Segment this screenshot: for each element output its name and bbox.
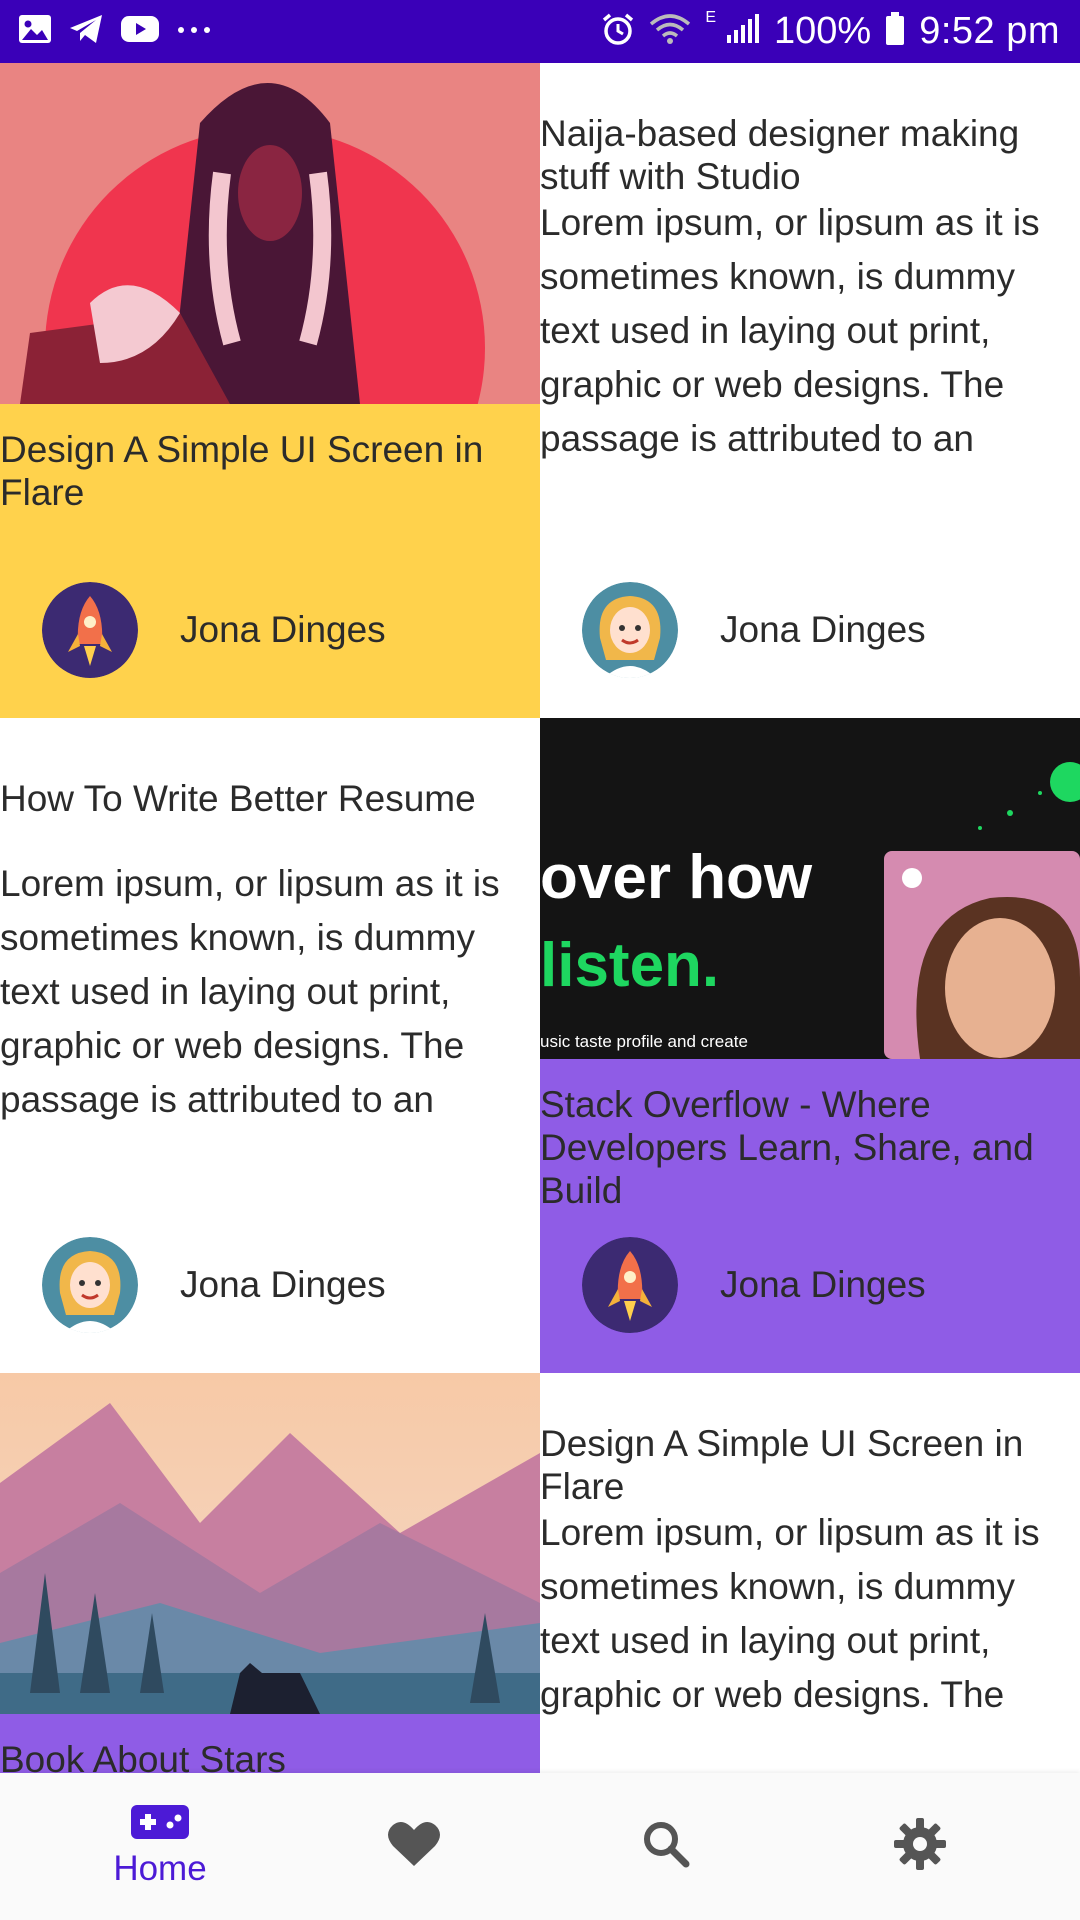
- card-body: Lorem ipsum, or lipsum as it is sometime…: [540, 1512, 1040, 1715]
- card-author: Jona Dinges: [42, 1237, 386, 1333]
- author-name: Jona Dinges: [180, 609, 386, 650]
- promo-line-3: usic taste profile and create: [540, 1032, 748, 1051]
- nav-home[interactable]: Home: [25, 1773, 295, 1920]
- gallery-icon: [18, 14, 52, 49]
- card-title: Design A Simple UI Screen in Flare: [0, 429, 484, 513]
- card-title: Naija-based designer making stuff with S…: [540, 113, 1020, 197]
- promo-line-1: over how: [540, 843, 813, 912]
- card-design-flare[interactable]: Design A Simple UI Screen in Flare Jona …: [0, 63, 540, 718]
- gamepad-icon: [130, 1804, 190, 1845]
- nav-search[interactable]: [531, 1773, 801, 1920]
- card-title: Stack Overflow - Where Developers Learn,…: [540, 1084, 1034, 1211]
- signal-icon: [726, 13, 760, 50]
- card-book-stars[interactable]: Book About Stars: [0, 1373, 540, 1773]
- card-naija-designer[interactable]: Naija-based designer making stuff with S…: [540, 63, 1080, 718]
- author-name: Jona Dinges: [180, 1264, 386, 1305]
- girl-avatar: [42, 1237, 138, 1333]
- rocket-avatar: [582, 1237, 678, 1333]
- heart-icon: [387, 1820, 441, 1873]
- card-author: Jona Dinges: [582, 582, 926, 678]
- network-type: E: [705, 8, 716, 26]
- wifi-icon: [649, 12, 691, 51]
- nav-favorites[interactable]: [279, 1773, 549, 1920]
- nav-home-label: Home: [113, 1849, 207, 1888]
- card-body: Lorem ipsum, or lipsum as it is sometime…: [0, 863, 500, 1120]
- card-author: Jona Dinges: [42, 582, 386, 678]
- rocket-avatar: [42, 582, 138, 678]
- gear-icon: [894, 1818, 946, 1875]
- nav-settings[interactable]: [785, 1773, 1055, 1920]
- card-image-spotify: over how listen. usic taste profile and …: [540, 718, 1080, 1059]
- more-dots-icon: [176, 14, 212, 49]
- card-resume[interactable]: How To Write Better Resume Lorem ipsum, …: [0, 718, 540, 1373]
- card-design-flare-2[interactable]: Design A Simple UI Screen in Flare Lorem…: [540, 1373, 1080, 1773]
- card-title: How To Write Better Resume: [0, 778, 476, 819]
- girl-avatar: [582, 582, 678, 678]
- telegram-icon: [68, 14, 104, 49]
- card-title: Design A Simple UI Screen in Flare: [540, 1423, 1024, 1507]
- promo-line-2: listen.: [540, 931, 719, 1000]
- status-bar: E 100% 9:52 pm: [0, 0, 1080, 63]
- author-name: Jona Dinges: [720, 609, 926, 650]
- card-author: Jona Dinges: [582, 1237, 926, 1333]
- card-image-woman: [0, 63, 540, 404]
- search-icon: [642, 1820, 690, 1873]
- clock: 9:52 pm: [919, 10, 1060, 52]
- author-name: Jona Dinges: [720, 1264, 926, 1305]
- bottom-navigation: Home: [0, 1773, 1080, 1920]
- card-image-mountains: [0, 1373, 540, 1714]
- card-stack-overflow[interactable]: over how listen. usic taste profile and …: [540, 718, 1080, 1373]
- battery-percent: 100%: [773, 10, 872, 52]
- card-body: Lorem ipsum, or lipsum as it is sometime…: [540, 202, 1040, 459]
- alarm-icon: [601, 12, 635, 51]
- youtube-icon: [120, 14, 160, 49]
- card-grid: Design A Simple UI Screen in Flare Jona …: [0, 63, 1080, 1773]
- card-title: Book About Stars: [0, 1739, 286, 1773]
- battery-icon: [885, 12, 905, 51]
